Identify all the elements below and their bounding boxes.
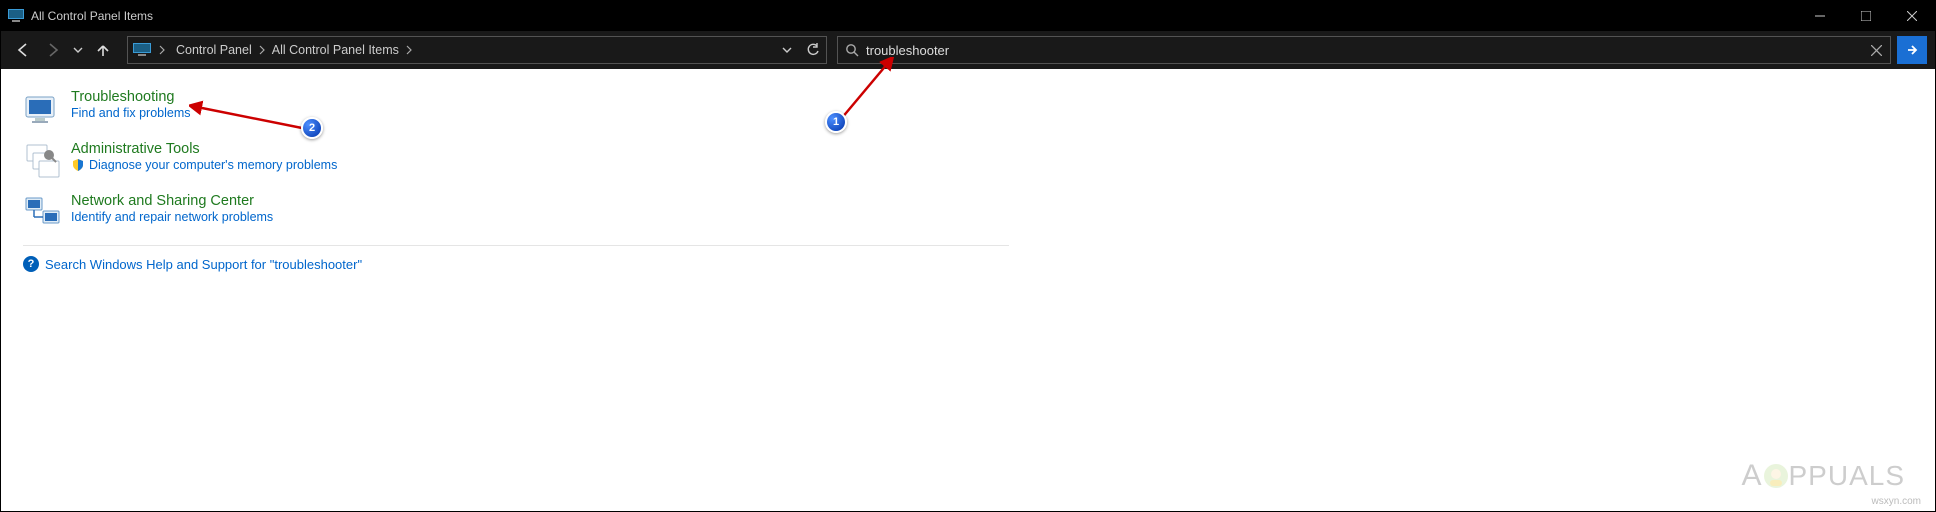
shield-icon — [71, 158, 85, 172]
address-history-dropdown[interactable] — [774, 37, 800, 63]
troubleshooting-icon — [23, 89, 63, 129]
clear-search-button[interactable] — [1862, 45, 1890, 56]
window-title: All Control Panel Items — [31, 9, 1797, 23]
close-button[interactable] — [1889, 1, 1935, 31]
result-subtitle[interactable]: Diagnose your computer's memory problems — [71, 158, 337, 172]
annotation-arrow-2 — [189, 99, 319, 139]
titlebar: All Control Panel Items — [1, 1, 1935, 31]
network-icon — [23, 193, 63, 233]
app-icon — [1, 9, 31, 23]
address-icon — [130, 39, 154, 61]
navbar: Control Panel All Control Panel Items — [1, 31, 1935, 69]
admin-tools-icon — [23, 141, 63, 181]
help-link[interactable]: Search Windows Help and Support for "tro… — [45, 257, 362, 272]
result-subtitle[interactable]: Find and fix problems — [71, 106, 191, 120]
annotation-badge-1: 1 — [825, 111, 847, 133]
watermark: wsxyn.com — [1872, 496, 1921, 507]
refresh-button[interactable] — [800, 37, 826, 63]
result-item-network: Network and Sharing Center Identify and … — [23, 193, 1009, 233]
up-button[interactable] — [89, 36, 117, 64]
chevron-right-icon[interactable] — [258, 45, 266, 55]
chevron-right-icon[interactable] — [405, 45, 413, 55]
result-title[interactable]: Troubleshooting — [71, 89, 191, 105]
help-link-row: ? Search Windows Help and Support for "t… — [23, 256, 1009, 272]
result-subtitle-text: Diagnose your computer's memory problems — [89, 158, 337, 172]
search-go-button[interactable] — [1897, 36, 1927, 64]
search-box[interactable] — [837, 36, 1891, 64]
breadcrumb: Control Panel All Control Panel Items — [170, 37, 413, 63]
divider — [23, 245, 1009, 246]
minimize-button[interactable] — [1797, 1, 1843, 31]
breadcrumb-current[interactable]: All Control Panel Items — [266, 37, 405, 63]
appuals-logo: A PPUALS — [1741, 459, 1905, 493]
search-icon — [838, 43, 866, 57]
breadcrumb-root[interactable]: Control Panel — [170, 37, 258, 63]
back-button[interactable] — [9, 36, 37, 64]
annotation-badge-2: 2 — [301, 117, 323, 139]
result-subtitle[interactable]: Identify and repair network problems — [71, 210, 273, 224]
forward-button[interactable] — [39, 36, 67, 64]
result-item-admin-tools: Administrative Tools Diagnose your compu… — [23, 141, 1009, 181]
result-title[interactable]: Administrative Tools — [71, 141, 337, 157]
maximize-button[interactable] — [1843, 1, 1889, 31]
search-input[interactable] — [866, 43, 1862, 58]
help-icon: ? — [23, 256, 39, 272]
recent-dropdown[interactable] — [69, 36, 87, 64]
result-title[interactable]: Network and Sharing Center — [71, 193, 273, 209]
window-controls — [1797, 1, 1935, 31]
address-bar[interactable]: Control Panel All Control Panel Items — [127, 36, 827, 64]
chevron-right-icon[interactable] — [154, 45, 170, 55]
